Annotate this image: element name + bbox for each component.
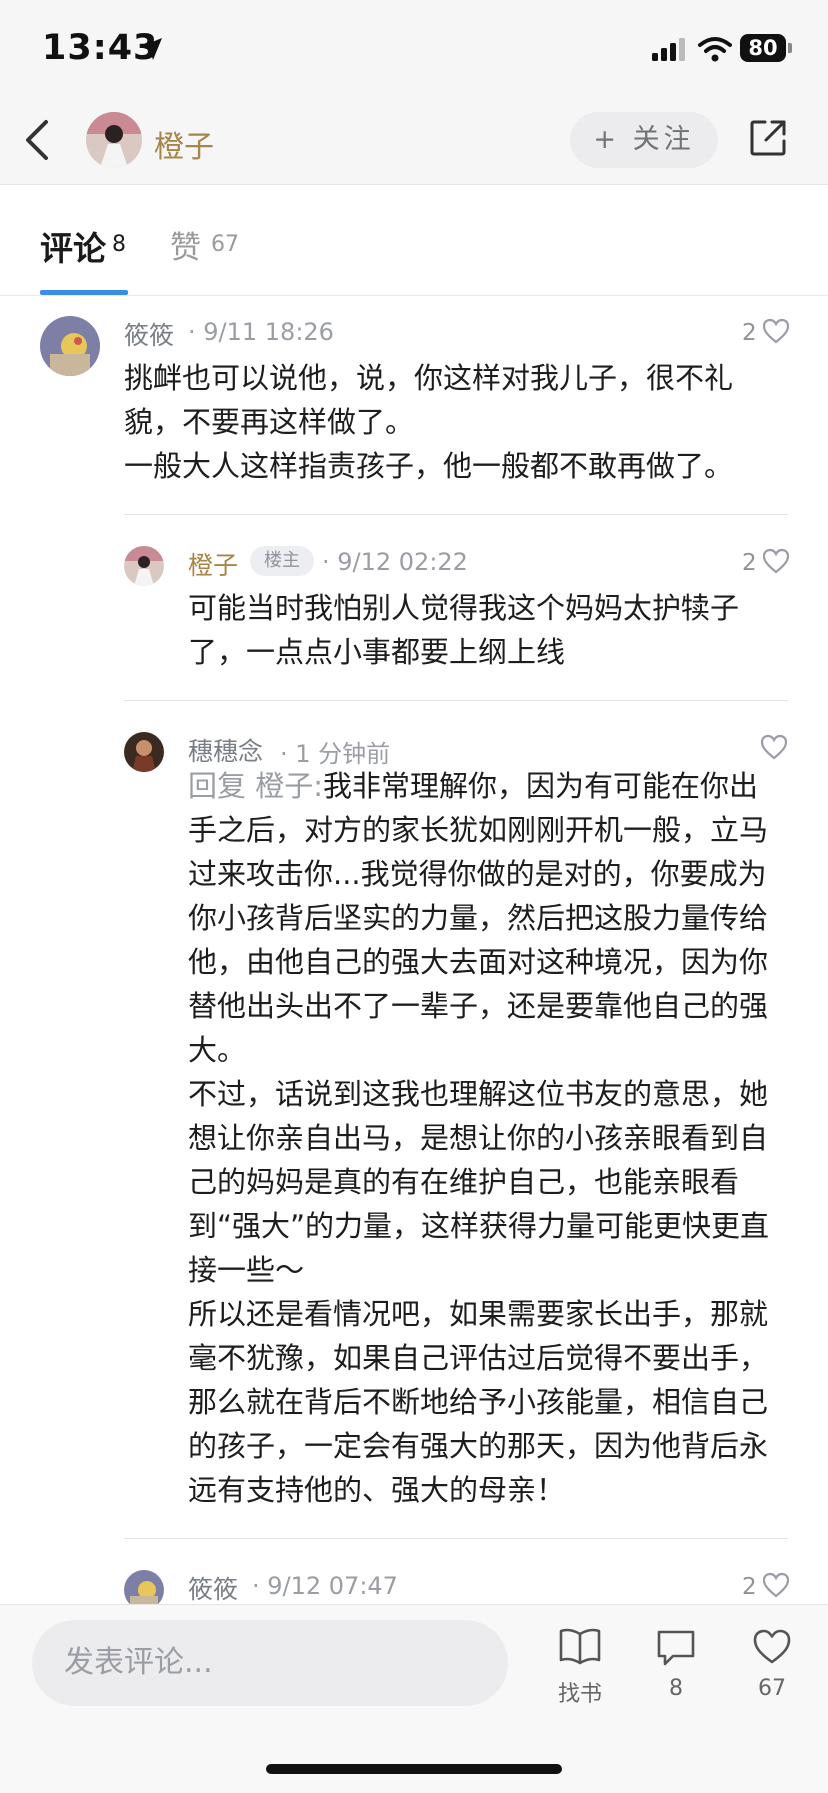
reply-body: 我非常理解你，因为有可能在你出手之后，对方的家长犹如刚刚开机一般，立马过来攻击你… [188,769,770,1507]
follow-button[interactable]: + 关注 [570,112,718,168]
owner-badge: 楼主 [250,546,314,576]
find-book-label[interactable]: 找书 [550,1676,610,1708]
heart-icon[interactable] [762,548,790,574]
reply-prefix[interactable]: 回复 橙子: [188,769,323,803]
cellular-signal-icon [652,38,685,61]
author-avatar[interactable] [86,112,142,168]
heart-icon[interactable] [760,734,788,760]
battery-cap [788,43,792,53]
tab-likes[interactable]: 赞 [170,222,201,267]
battery-level: 80 [748,36,778,60]
tab-comments-count: 8 [112,232,126,257]
divider [124,514,788,515]
comment-like-count: 2 [742,550,757,576]
heart-icon[interactable] [762,318,790,344]
author-name[interactable]: 橙子 [154,122,214,166]
comment-author[interactable]: 穗穗念 [188,732,263,768]
active-tab-indicator [40,290,128,295]
like-count-label[interactable]: 67 [742,1676,802,1701]
avatar[interactable] [124,732,164,772]
chevron-left-icon[interactable] [22,118,52,162]
comment-like-count: 2 [742,1574,757,1600]
book-icon[interactable] [558,1626,602,1666]
comment-author[interactable]: 筱筱 [124,316,174,352]
comment-count-label[interactable]: 8 [646,1676,706,1701]
comment-author[interactable]: 筱筱 [188,1570,238,1606]
location-arrow-icon [140,38,162,60]
home-indicator [266,1764,562,1774]
tab-likes-count: 67 [211,232,239,257]
heart-icon[interactable] [752,1628,792,1666]
avatar[interactable] [124,546,164,586]
tab-comments[interactable]: 评论 [40,222,106,270]
comment-meta: · 9/12 02:22 [322,548,468,576]
comment-text: 回复 橙子:我非常理解你，因为有可能在你出手之后，对方的家长犹如刚刚开机一般，立… [188,764,778,1512]
comment-author[interactable]: 橙子 [188,546,238,582]
heart-icon[interactable] [762,1572,790,1598]
share-icon[interactable] [748,118,788,158]
divider [124,700,788,701]
comment-input[interactable]: 发表评论... [32,1620,508,1706]
comment-text: 挑衅也可以说他，说，你这样对我儿子，很不礼貌，不要再这样做了。 一般大人这样指责… [124,361,734,483]
avatar[interactable] [40,316,100,376]
comment-bubble-icon[interactable] [655,1628,697,1668]
comment-meta: · 9/12 07:47 [252,1572,398,1600]
comment-text: 可能当时我怕别人觉得我这个妈妈太护犊子了，一点点小事都要上纲上线 [188,591,740,669]
wifi-icon [698,37,732,62]
comment-meta: · 9/11 18:26 [188,318,334,346]
divider [124,1538,788,1539]
comment-like-count: 2 [742,320,757,346]
